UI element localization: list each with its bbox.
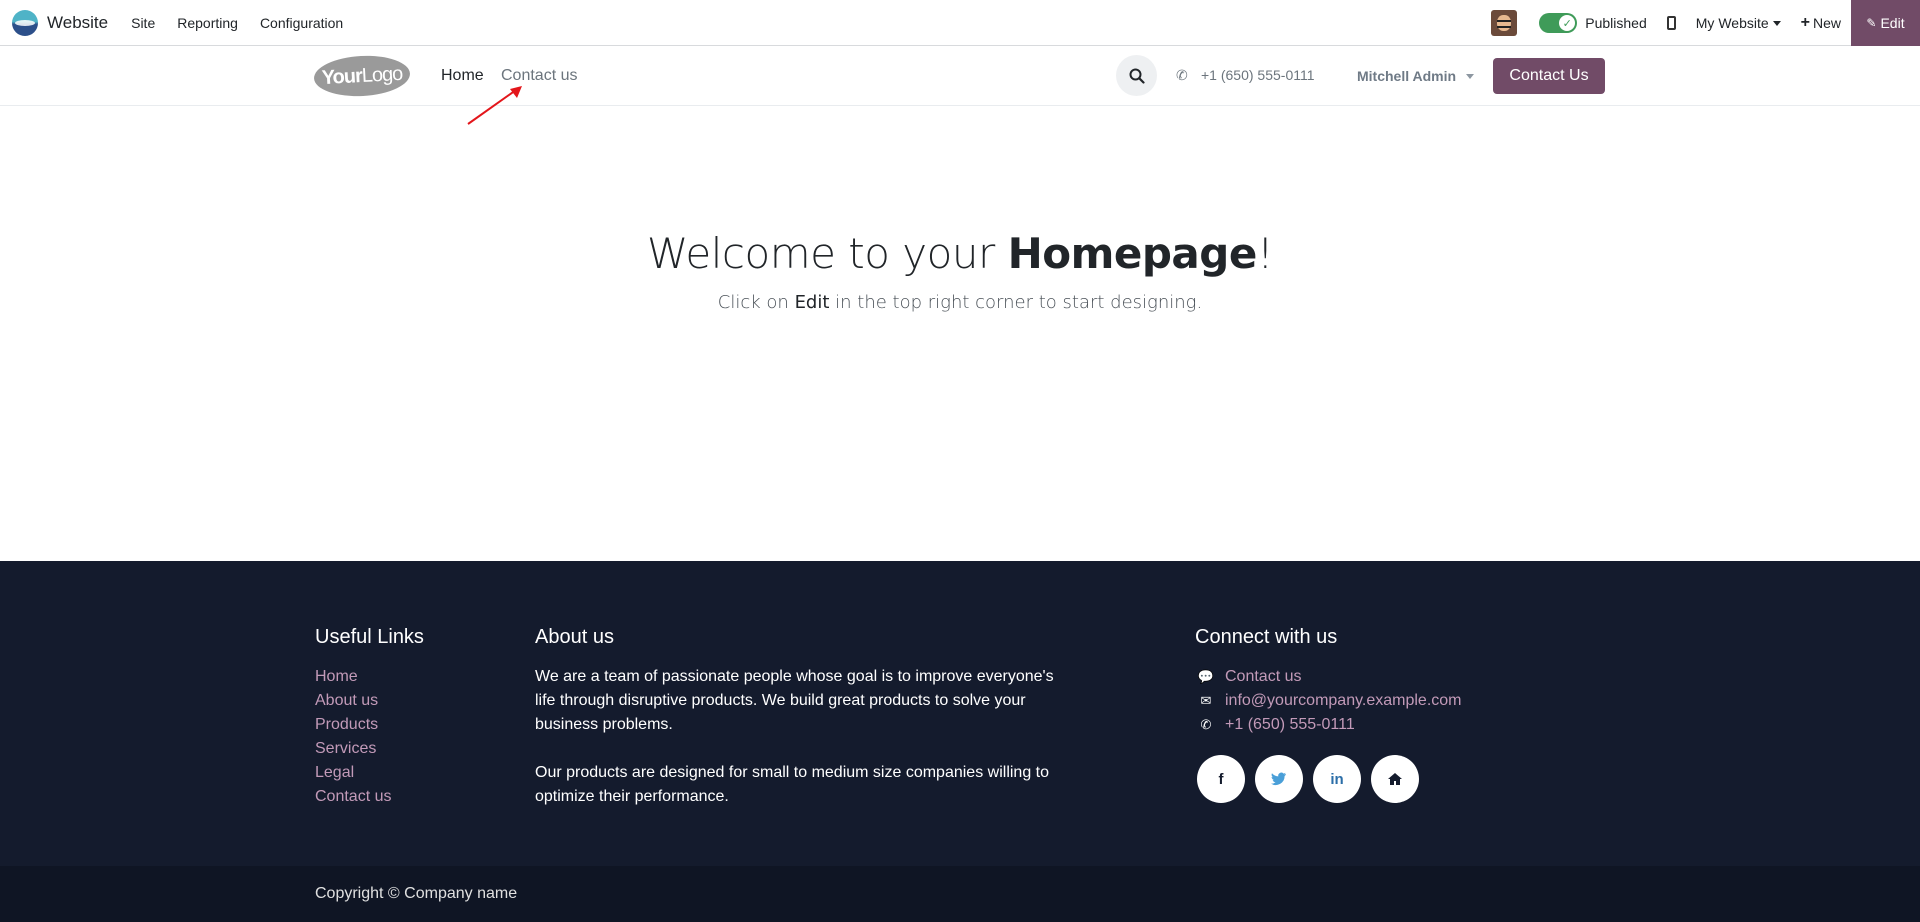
contact-us-button[interactable]: Contact Us	[1493, 58, 1605, 94]
about-us-title: About us	[535, 626, 614, 648]
menu-site[interactable]: Site	[120, 15, 166, 31]
new-button[interactable]: + New	[1801, 14, 1841, 32]
admin-menu: Site Reporting Configuration	[120, 15, 354, 31]
annotation-arrow-icon	[467, 86, 522, 125]
edit-button-label: Edit	[1880, 15, 1905, 31]
comment-icon: 💬	[1197, 669, 1215, 684]
footer-link-services[interactable]: Services	[315, 737, 391, 761]
logo-text-light: Logo	[361, 62, 403, 87]
caret-down-icon	[1772, 20, 1781, 26]
pencil-icon: ✎	[1866, 16, 1877, 30]
admin-right-actions: ✓ Published My Website + New ✎ Edit	[1491, 0, 1920, 46]
hero-subtitle-prefix: Click on	[717, 292, 795, 313]
hero-subtitle: Click on Edit in the top right corner to…	[0, 292, 1920, 313]
footer-link-products[interactable]: Products	[315, 713, 391, 737]
app-name: Website	[47, 12, 109, 32]
phone-icon: ✆	[1176, 67, 1188, 83]
twitter-button[interactable]	[1255, 755, 1303, 803]
connect-contact-row: 💬 Contact us	[1197, 665, 1302, 689]
copyright-bar: Copyright © Company name	[0, 866, 1920, 922]
connect-title: Connect with us	[1195, 626, 1338, 648]
user-name: Mitchell Admin	[1357, 68, 1457, 84]
connect-contact-link[interactable]: Contact us	[1225, 668, 1301, 686]
published-toggle[interactable]: ✓	[1539, 13, 1578, 33]
home-icon	[1388, 773, 1402, 785]
footer-link-contact-us[interactable]: Contact us	[315, 785, 391, 809]
useful-links-title: Useful Links	[315, 626, 424, 648]
published-label: Published	[1585, 15, 1647, 31]
footer-link-legal[interactable]: Legal	[315, 761, 391, 785]
footer-link-about-us[interactable]: About us	[315, 689, 391, 713]
connect-phone-row: ✆ +1 (650) 555-0111	[1197, 713, 1355, 737]
check-icon: ✓	[1559, 15, 1576, 31]
site-logo[interactable]: YourLogo	[313, 53, 411, 99]
website-selector[interactable]: My Website	[1696, 15, 1781, 31]
facebook-button[interactable]: f	[1197, 755, 1245, 803]
hero-title-prefix: Welcome to your	[646, 229, 1008, 278]
envelope-icon: ✉	[1200, 693, 1212, 708]
site-header: YourLogo Home Contact us ✆ +1 (650) 555-…	[0, 47, 1920, 106]
nav-contact-us[interactable]: Contact us	[501, 67, 577, 85]
footer-link-home[interactable]: Home	[315, 665, 391, 689]
about-us-paragraph-2: Our products are designed for small to m…	[535, 764, 1050, 805]
new-button-label: New	[1812, 15, 1841, 31]
hero-title: Welcome to your Homepage!	[0, 229, 1920, 278]
nav-home[interactable]: Home	[441, 67, 484, 85]
plus-icon: +	[1800, 14, 1810, 31]
logo-text-bold: Your	[321, 64, 363, 89]
search-button[interactable]	[1116, 55, 1157, 96]
social-links: f in	[1197, 755, 1429, 803]
copyright-text: Copyright © Company name	[315, 885, 518, 902]
header-phone[interactable]: +1 (650) 555-0111	[1201, 67, 1315, 83]
twitter-icon	[1271, 772, 1286, 786]
website-selector-label: My Website	[1695, 15, 1769, 31]
useful-links-list: Home About us Products Services Legal Co…	[315, 665, 391, 809]
home-button[interactable]	[1371, 755, 1419, 803]
admin-navbar: Website Site Reporting Configuration ✓ P…	[0, 0, 1920, 46]
user-avatar[interactable]	[1491, 10, 1518, 36]
edit-button[interactable]: ✎ Edit	[1851, 0, 1920, 46]
hero-subtitle-strong: Edit	[794, 292, 830, 313]
phone-icon: ✆	[1200, 717, 1212, 732]
connect-phone-link[interactable]: +1 (650) 555-0111	[1225, 716, 1355, 734]
facebook-icon: f	[1218, 770, 1224, 788]
linkedin-icon: in	[1330, 770, 1344, 788]
hero-title-bold: Homepage	[1007, 229, 1258, 278]
about-us-paragraph-1: We are a team of passionate people whose…	[535, 668, 1054, 733]
user-menu[interactable]: Mitchell Admin	[1357, 68, 1475, 84]
search-icon	[1129, 68, 1145, 84]
hero-title-suffix: !	[1256, 229, 1274, 278]
app-brand[interactable]: Website	[12, 9, 109, 36]
menu-configuration[interactable]: Configuration	[249, 15, 354, 31]
website-app-icon	[12, 9, 38, 36]
connect-email-link[interactable]: info@yourcompany.example.com	[1225, 692, 1462, 710]
caret-down-icon	[1466, 73, 1475, 79]
footer: Useful Links Home About us Products Serv…	[0, 561, 1920, 866]
menu-reporting[interactable]: Reporting	[166, 15, 249, 31]
linkedin-button[interactable]: in	[1313, 755, 1361, 803]
hero-subtitle-suffix: in the top right corner to start designi…	[829, 292, 1203, 313]
connect-email-row: ✉ info@yourcompany.example.com	[1197, 689, 1462, 713]
mobile-preview-icon[interactable]	[1666, 16, 1676, 30]
